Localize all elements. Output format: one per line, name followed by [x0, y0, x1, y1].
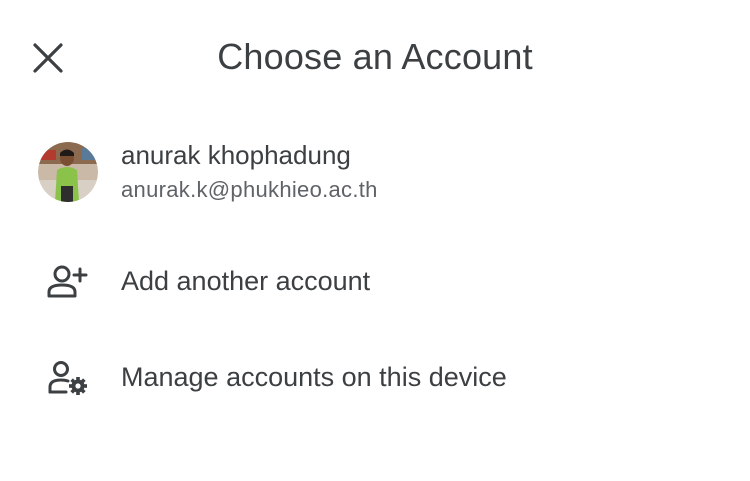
account-email: anurak.k@phukhieo.ac.th	[121, 177, 378, 202]
account-name: anurak khophadung	[121, 140, 351, 170]
avatar	[38, 142, 98, 202]
manage-accounts-button[interactable]: Manage accounts on this device	[0, 338, 750, 418]
add-account-button[interactable]: Add another account	[0, 242, 750, 322]
manage-accounts-label: Manage accounts on this device	[121, 362, 507, 392]
page-title: Choose an Account	[217, 36, 533, 77]
account-item[interactable]: anurak khophadung anurak.k@phukhieo.ac.t…	[0, 126, 750, 218]
account-chooser-sheet: Choose an Account anurak khophadung anur…	[0, 0, 750, 481]
manage-accounts-icon	[48, 361, 87, 395]
person-add-icon	[47, 265, 88, 298]
add-account-label: Add another account	[121, 266, 371, 296]
